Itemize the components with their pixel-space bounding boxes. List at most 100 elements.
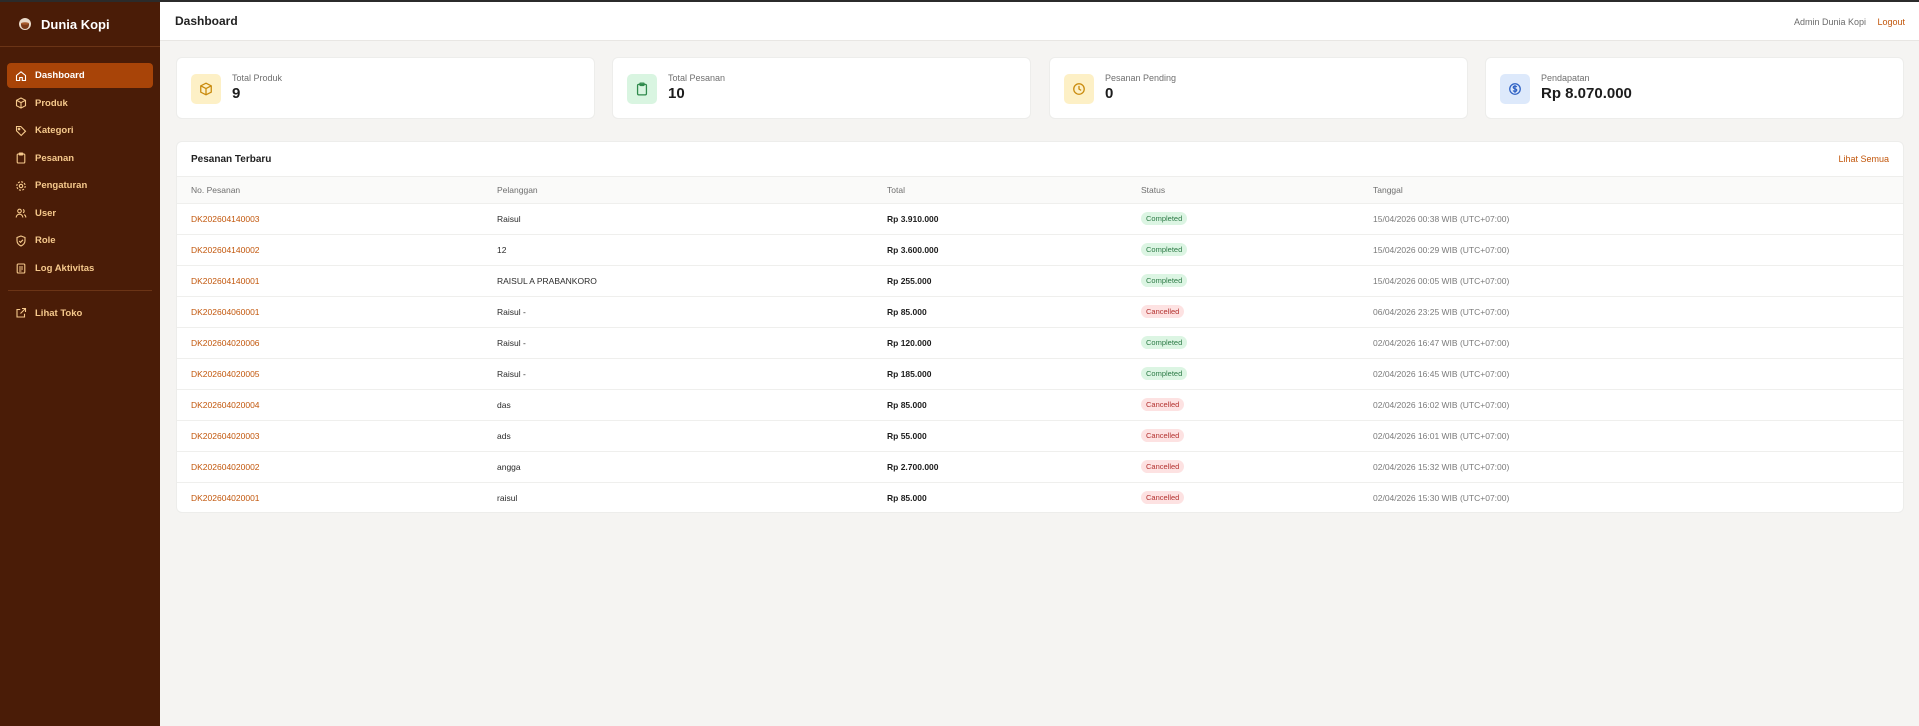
sidebar-item-label: Kategori [35,125,74,136]
sidebar-item-label: User [35,207,57,219]
box-icon [15,97,27,109]
sidebar-item-produk[interactable]: Produk [7,91,153,116]
logout-link[interactable]: Logout [1877,17,1905,27]
customer-cell: Raisul - [497,306,526,317]
stat-value: 0 [1105,85,1114,102]
stat-label: Pendapatan [1541,73,1590,83]
order-number-link[interactable]: DK202604140002 [191,245,260,255]
stat-card-total-produk: Total Produk 9 [176,57,595,119]
panel-title: Pesanan Terbaru [191,154,272,165]
order-number-link[interactable]: DK202604140001 [191,276,260,286]
date-cell: 15/04/2026 00:05 WIB (UTC+07:00) [1373,275,1510,286]
customer-cell: ads [497,430,511,441]
sidebar-item-label: Pesanan [35,152,75,164]
status-badge: Cancelled [1141,305,1185,318]
status-badge: Completed [1141,274,1188,287]
table-row: DK202604020006 Raisul - Rp 120.000 Compl… [177,327,1903,358]
order-number-link[interactable]: DK202604020003 [191,431,260,441]
home-icon [15,70,27,82]
customer-cell: 12 [497,244,507,255]
shield-check-icon [15,234,27,247]
sidebar-item-label: Produk [35,97,68,109]
status-badge: Completed [1141,336,1188,349]
sidebar-item-label: Log Aktivitas [35,262,95,274]
order-number-link[interactable]: DK202604020005 [191,369,260,379]
sidebar-item-role[interactable]: Role [7,228,153,253]
table-row: DK202604020005 Raisul - Rp 185.000 Compl… [177,358,1903,389]
order-number-link[interactable]: DK202604020006 [191,338,260,348]
table-row: DK202604140001 RAISUL A PRABANKORO Rp 25… [177,265,1903,296]
total-cell: Rp 185.000 [887,368,932,379]
order-number-link[interactable]: DK202604140003 [191,214,260,224]
dollar-circle-icon [1500,74,1530,104]
status-badge: Completed [1141,243,1188,256]
total-cell: Rp 255.000 [887,275,932,286]
date-cell: 15/04/2026 00:29 WIB (UTC+07:00) [1373,244,1510,255]
total-cell: Rp 85.000 [887,399,927,410]
table-row: DK202604140002 12 Rp 3.600.000 Completed… [177,234,1903,265]
clock-icon [1064,74,1094,104]
users-icon [15,207,27,219]
stat-card-pesanan-pending: Pesanan Pending 0 [1049,57,1468,119]
customer-cell: angga [497,461,521,472]
stat-card-total-pesanan: Total Pesanan 10 [612,57,1031,119]
table-row: DK202604020002 angga Rp 2.700.000 Cancel… [177,451,1903,482]
date-cell: 02/04/2026 16:47 WIB (UTC+07:00) [1373,337,1510,348]
status-badge: Cancelled [1141,460,1185,473]
order-number-link[interactable]: DK202604020004 [191,400,260,410]
status-badge: Cancelled [1141,429,1185,442]
gear-icon [15,180,27,192]
recent-orders-panel: Pesanan Terbaru Lihat Semua No. Pesanan … [176,141,1904,513]
sidebar-item-user[interactable]: User [7,201,153,226]
customer-cell: RAISUL A PRABANKORO [497,275,597,286]
status-badge: Completed [1141,367,1188,380]
column-header: Status [1141,184,1166,195]
sidebar-item-label: Lihat Toko [35,307,83,319]
sidebar-divider [8,289,152,291]
total-cell: Rp 3.600.000 [887,244,939,255]
customer-cell: Raisul [497,213,521,224]
sidebar-item-kategori[interactable]: Kategori [7,118,153,143]
clipboard-icon [627,74,657,104]
tag-icon [15,125,27,137]
stat-label: Pesanan Pending [1105,73,1177,83]
customer-cell: Raisul - [497,337,526,348]
panel-header: Pesanan Terbaru Lihat Semua [177,142,1903,177]
date-cell: 02/04/2026 15:30 WIB (UTC+07:00) [1373,492,1510,503]
date-cell: 02/04/2026 16:01 WIB (UTC+07:00) [1373,430,1510,441]
total-cell: Rp 120.000 [887,337,932,348]
topbar: Dashboard Admin Dunia Kopi Logout [160,2,1919,41]
total-cell: Rp 85.000 [887,306,927,317]
sidebar-nav: Dashboard Produk Kategori Pesanan Pengat… [0,47,160,326]
sidebar-item-lihat-toko[interactable]: Lihat Toko [7,301,153,326]
sidebar: Dunia Kopi Dashboard Produk Kategori Pes… [0,2,160,726]
date-cell: 02/04/2026 15:32 WIB (UTC+07:00) [1373,461,1510,472]
sidebar-item-pesanan[interactable]: Pesanan [7,146,153,171]
table-row: DK202604020004 das Rp 85.000 Cancelled 0… [177,389,1903,420]
column-header: No. Pesanan [191,184,241,195]
column-header: Total [887,184,905,195]
table-row: DK202604140003 Raisul Rp 3.910.000 Compl… [177,203,1903,234]
sidebar-item-pengaturan[interactable]: Pengaturan [7,173,153,198]
see-all-link[interactable]: Lihat Semua [1838,154,1889,164]
user-name: Admin Dunia Kopi [1793,17,1866,27]
total-cell: Rp 55.000 [887,430,927,441]
customer-cell: raisul [497,492,518,503]
table-row: DK202604060001 Raisul - Rp 85.000 Cancel… [177,296,1903,327]
list-clipboard-icon [15,262,27,274]
date-cell: 02/04/2026 16:02 WIB (UTC+07:00) [1373,399,1510,410]
brand[interactable]: Dunia Kopi [0,2,160,47]
status-badge: Cancelled [1141,398,1185,411]
column-header: Tanggal [1373,184,1403,195]
date-cell: 02/04/2026 16:45 WIB (UTC+07:00) [1373,368,1510,379]
stat-card-pendapatan: Pendapatan Rp 8.070.000 [1485,57,1904,119]
sidebar-item-log-aktivitas[interactable]: Log Aktivitas [7,256,153,281]
date-cell: 15/04/2026 00:38 WIB (UTC+07:00) [1373,213,1510,224]
sidebar-item-dashboard[interactable]: Dashboard [7,63,153,88]
external-link-icon [15,307,27,319]
order-number-link[interactable]: DK202604020001 [191,493,260,503]
orders-table: No. Pesanan Pelanggan Total Status Tangg… [177,177,1903,512]
sidebar-item-label: Pengaturan [35,180,88,191]
order-number-link[interactable]: DK202604020002 [191,462,260,472]
order-number-link[interactable]: DK202604060001 [191,307,260,317]
